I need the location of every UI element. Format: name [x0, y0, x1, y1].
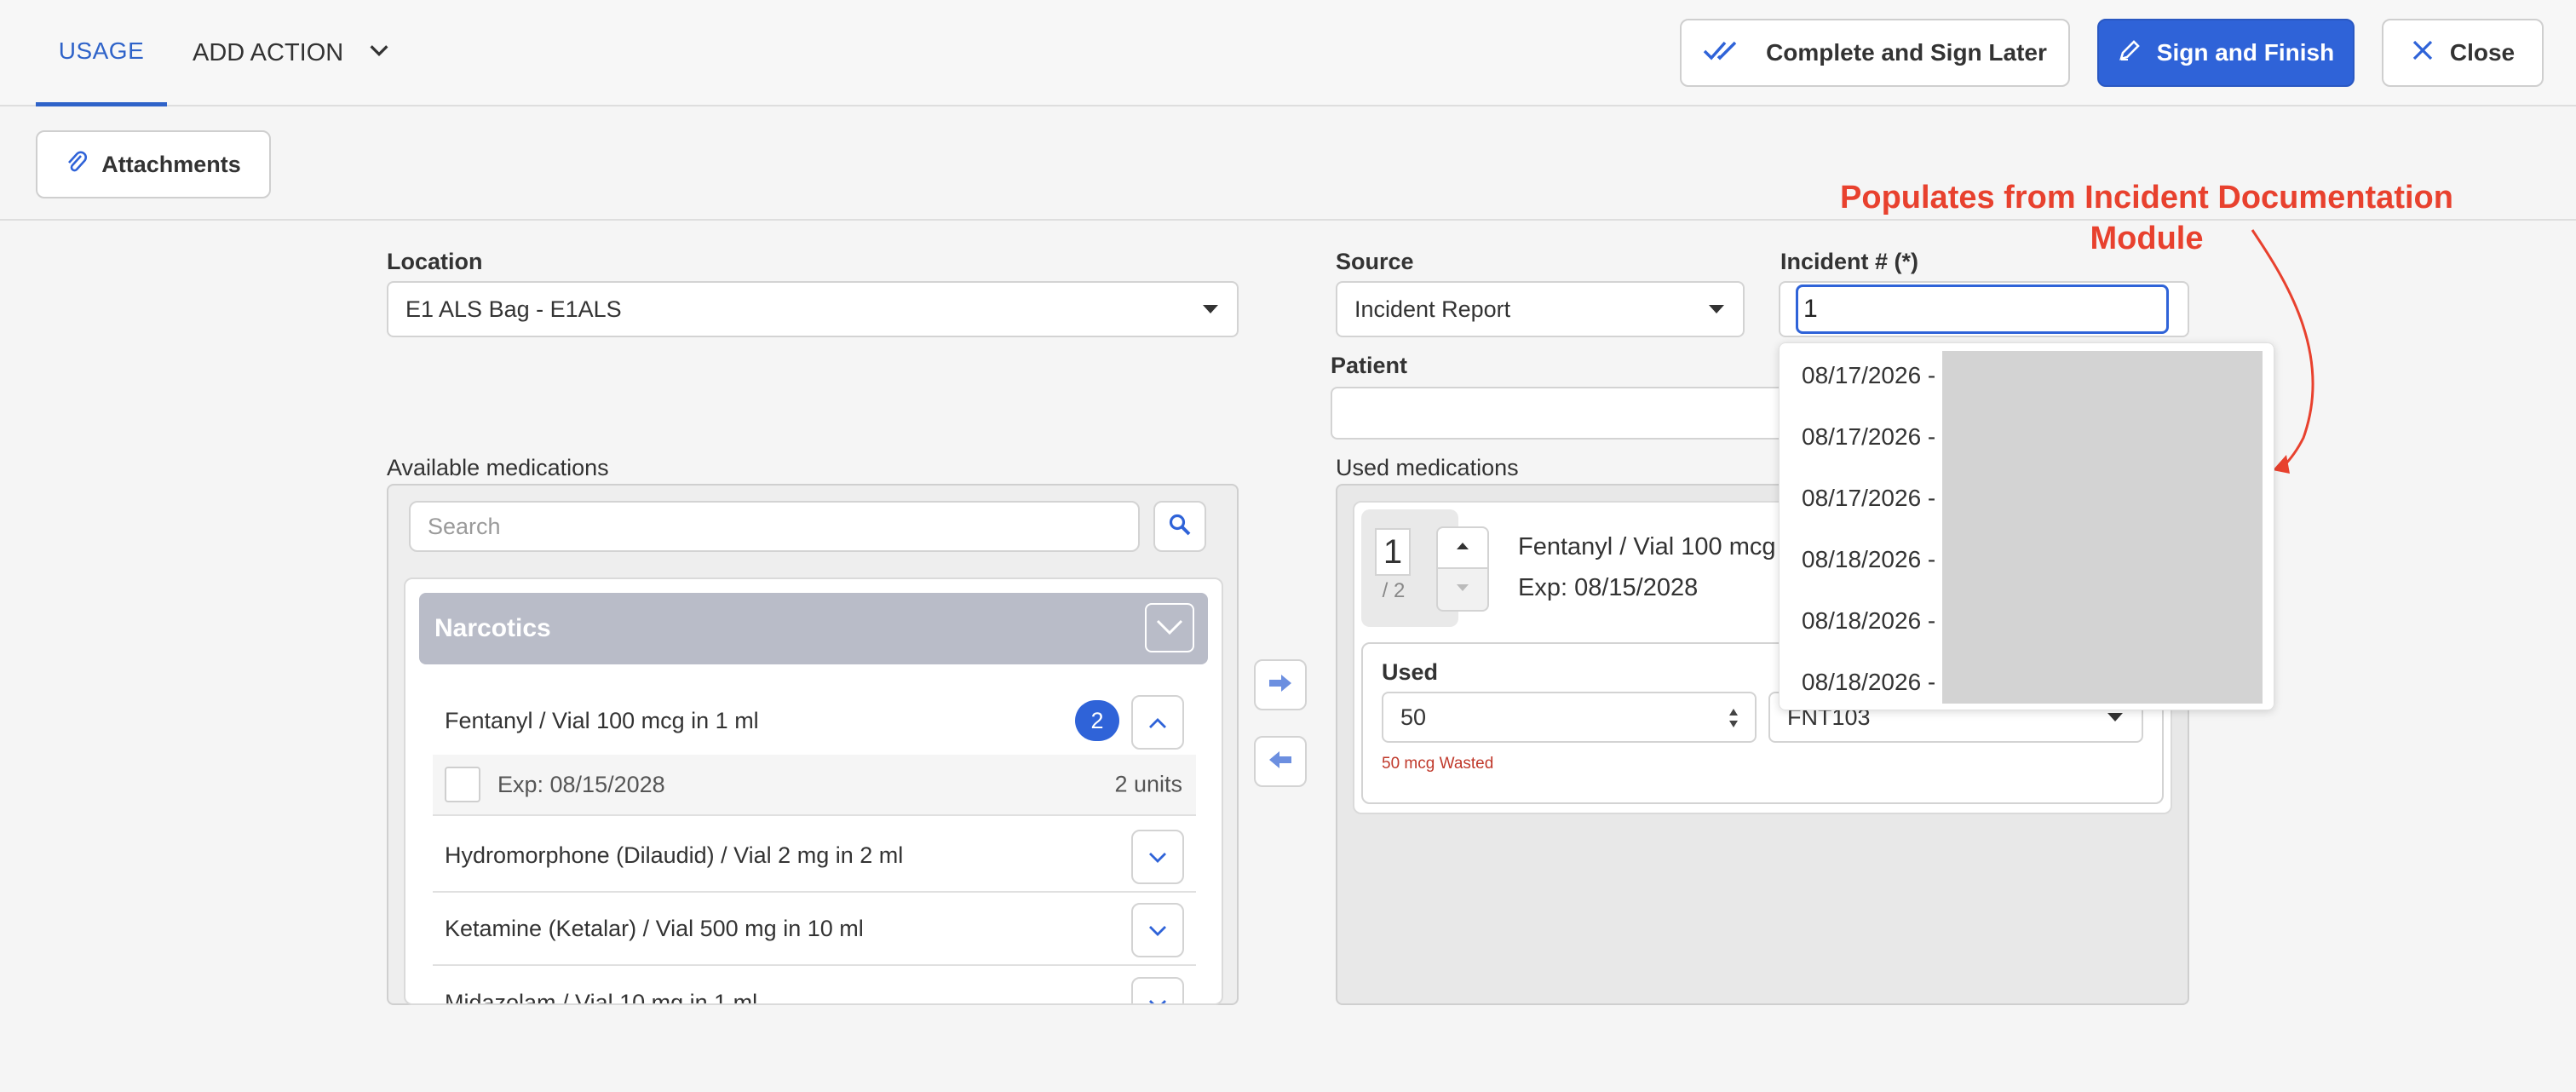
list-item[interactable]: Ketamine (Ketalar) / Vial 500 mg in 10 m… [433, 893, 1196, 966]
incident-option[interactable]: 08/17/2026 - [1802, 485, 1935, 512]
redacted-block [1942, 351, 2263, 704]
location-value: E1 ALS Bag - E1ALS [405, 296, 622, 322]
spinner-icon[interactable] [1728, 705, 1739, 731]
attachments-button[interactable]: Attachments [36, 130, 271, 198]
dropdown-caret-icon [1709, 305, 1724, 313]
chevron-up-icon [1147, 710, 1168, 736]
expand-toggle[interactable] [1131, 903, 1184, 957]
incident-option[interactable]: 08/18/2026 - [1802, 546, 1935, 573]
incident-number-input[interactable]: 1 [1796, 284, 2169, 334]
chevron-down-icon [1147, 991, 1168, 1003]
used-amount-value: 50 [1400, 704, 1427, 730]
double-check-icon [1703, 37, 1742, 69]
caret-up-icon [1455, 540, 1470, 555]
incident-option[interactable]: 08/17/2026 - [1802, 362, 1935, 389]
complete-sign-later-label: Complete and Sign Later [1766, 39, 2047, 66]
used-label: Used [1382, 659, 1439, 685]
pen-icon [2118, 38, 2142, 68]
tab-usage[interactable]: USAGE [36, 0, 167, 106]
complete-sign-later-button[interactable]: Complete and Sign Later [1680, 19, 2070, 87]
patient-label: Patient [1331, 353, 1408, 378]
search-input[interactable]: Search [409, 501, 1140, 552]
search-button[interactable] [1153, 501, 1206, 552]
used-medication-exp: Exp: 08/15/2028 [1518, 574, 1699, 601]
source-value: Incident Report [1354, 296, 1511, 322]
chevron-down-icon [1147, 917, 1168, 944]
close-button[interactable]: Close [2382, 19, 2544, 87]
sign-finish-label: Sign and Finish [2156, 39, 2335, 66]
close-icon [2411, 38, 2435, 68]
used-medications-title: Used medications [1336, 455, 1519, 480]
close-label: Close [2449, 39, 2516, 66]
used-amount-input[interactable]: 50 [1382, 692, 1757, 743]
move-right-button[interactable] [1254, 659, 1307, 710]
quantity-increment[interactable] [1436, 526, 1489, 569]
used-medication-name: Fentanyl / Vial 100 mcg [1518, 533, 1776, 560]
dropdown-caret-icon [1203, 305, 1218, 313]
available-medications-title: Available medications [387, 455, 609, 480]
medication-name: Midazolam / Vial 10 mg in 1 ml [445, 989, 758, 1004]
caret-down-icon [1455, 582, 1470, 597]
annotation-callout: Populates from Incident Documentation Mo… [1840, 180, 2453, 256]
incident-option[interactable]: 08/17/2026 - [1802, 423, 1935, 451]
narcotics-group-header[interactable]: Narcotics [419, 593, 1208, 664]
paperclip-icon [66, 149, 88, 181]
medication-name: Fentanyl / Vial 100 mcg in 1 ml [445, 707, 759, 733]
source-select[interactable]: Incident Report [1336, 281, 1745, 337]
expand-toggle[interactable] [1131, 830, 1184, 884]
quantity-value[interactable]: 1 [1375, 528, 1411, 576]
incident-option[interactable]: 08/18/2026 - [1802, 607, 1935, 635]
narcotics-group-label: Narcotics [434, 614, 551, 642]
add-action-menu[interactable]: ADD ACTION [193, 0, 391, 106]
expand-toggle[interactable] [1131, 977, 1184, 1003]
patient-field[interactable] [1331, 387, 1789, 440]
group-collapse-toggle[interactable] [1145, 603, 1194, 652]
list-item[interactable]: Fentanyl / Vial 100 mcg in 1 ml 2 [433, 687, 1196, 755]
wasted-note: 50 mcg Wasted [1382, 755, 1494, 773]
location-label: Location [387, 249, 483, 274]
attachments-label: Attachments [101, 151, 241, 177]
incident-option[interactable]: 08/18/2026 - [1802, 669, 1935, 696]
quantity-total: / 2 [1382, 579, 1406, 602]
medication-name: Hydromorphone (Dilaudid) / Vial 2 mg in … [445, 842, 904, 868]
medication-name: Ketamine (Ketalar) / Vial 500 mg in 10 m… [445, 915, 864, 941]
lot-expiration: Exp: 08/15/2028 [497, 771, 665, 797]
arrow-right-icon [1268, 673, 1293, 698]
list-item-clip: Midazolam / Vial 10 mg in 1 ml [433, 966, 1196, 1003]
lot-units: 2 units [1114, 771, 1182, 797]
lot-checkbox[interactable] [445, 767, 480, 802]
arrow-left-icon [1268, 750, 1293, 774]
incident-label: Incident # (*) [1780, 249, 1919, 274]
sign-finish-button[interactable]: Sign and Finish [2097, 19, 2355, 87]
lot-row[interactable]: Exp: 08/15/2028 2 units [433, 755, 1196, 816]
search-icon [1168, 513, 1192, 541]
chevron-down-icon [1155, 613, 1184, 642]
move-left-button[interactable] [1254, 736, 1307, 787]
location-select[interactable]: E1 ALS Bag - E1ALS [387, 281, 1239, 337]
incident-number-value: 1 [1803, 295, 1818, 323]
list-item[interactable]: Hydromorphone (Dilaudid) / Vial 2 mg in … [433, 819, 1196, 893]
expand-toggle[interactable] [1131, 695, 1184, 750]
source-label: Source [1336, 249, 1414, 274]
list-item[interactable]: Midazolam / Vial 10 mg in 1 ml [433, 966, 1196, 1003]
chevron-down-icon [367, 38, 391, 69]
add-action-label: ADD ACTION [193, 39, 344, 66]
chevron-down-icon [1147, 844, 1168, 871]
quantity-decrement[interactable] [1436, 569, 1489, 612]
count-badge: 2 [1075, 700, 1119, 741]
dropdown-caret-icon [2107, 713, 2123, 721]
